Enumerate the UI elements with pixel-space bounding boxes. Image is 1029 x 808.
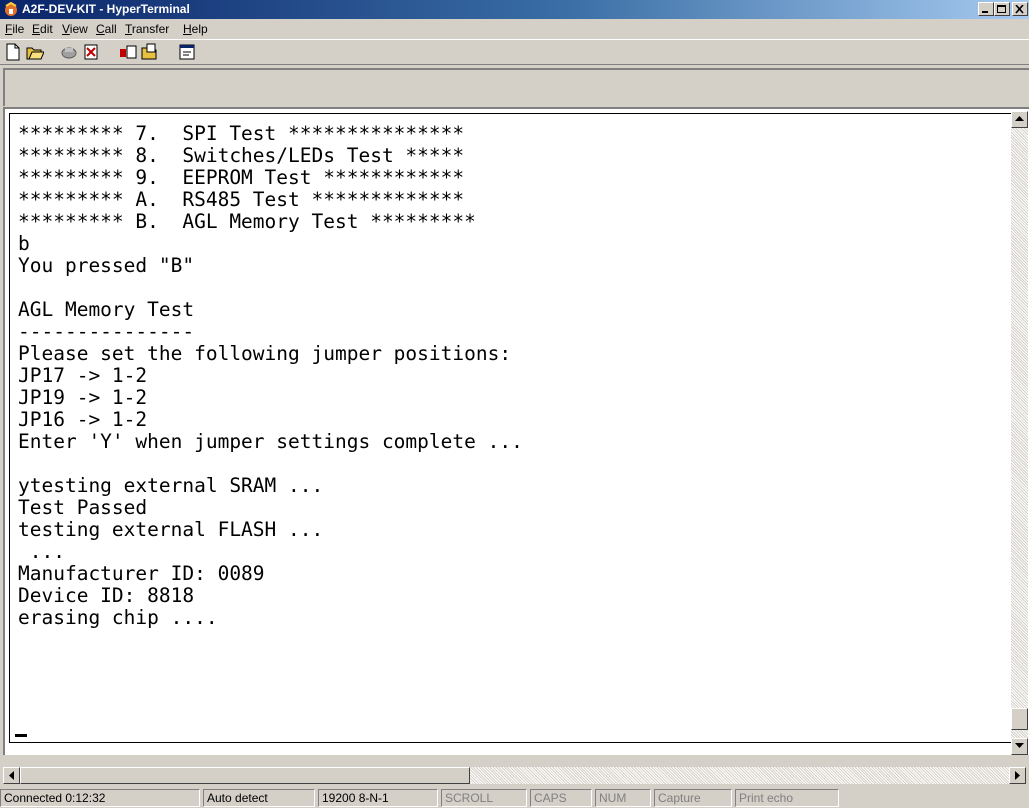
- terminal-line: ytesting external SRAM ...: [18, 474, 324, 497]
- new-icon: [6, 43, 20, 61]
- terminal-line: JP17 -> 1-2: [18, 364, 148, 387]
- menu-view[interactable]: View: [62, 22, 88, 36]
- close-icon: [1015, 5, 1024, 14]
- close-button[interactable]: [1012, 2, 1028, 16]
- terminal-line: ********* 9. EEPROM Test ************: [18, 166, 465, 189]
- title-bar[interactable]: A2F-DEV-KIT - HyperTerminal: [0, 0, 1029, 19]
- terminal-line: Device ID: 8818: [18, 584, 195, 607]
- scroll-up-button[interactable]: [1011, 111, 1028, 128]
- menu-call[interactable]: Call: [96, 22, 117, 36]
- menu-bar: File Edit View Call Transfer Help: [0, 19, 1029, 38]
- send-icon: [120, 45, 137, 59]
- arrow-right-icon: [1015, 771, 1020, 780]
- terminal-line: Test Passed: [18, 496, 148, 519]
- status-bar: Connected 0:12:32 Auto detect 19200 8-N-…: [0, 787, 1029, 808]
- horizontal-scrollbar[interactable]: [3, 767, 1026, 784]
- menu-file[interactable]: File: [5, 22, 24, 36]
- terminal-line: ---------------: [18, 320, 195, 343]
- status-connection-time: Connected 0:12:32: [0, 789, 200, 807]
- scroll-right-button[interactable]: [1009, 767, 1026, 784]
- properties-button[interactable]: [176, 42, 198, 62]
- terminal-line: JP16 -> 1-2: [18, 408, 148, 431]
- status-num-lock: NUM: [595, 789, 651, 807]
- terminal-line: b: [18, 232, 30, 255]
- terminal-line: Manufacturer ID: 0089: [18, 562, 265, 585]
- maximize-icon: [997, 5, 1006, 13]
- horizontal-scroll-thumb[interactable]: [20, 767, 470, 784]
- text-cursor: [15, 734, 27, 737]
- disconnect-button[interactable]: [80, 42, 102, 62]
- minimize-icon: [982, 11, 988, 13]
- terminal-line: JP19 -> 1-2: [18, 386, 148, 409]
- terminal-line: Enter 'Y' when jumper settings complete …: [18, 430, 523, 453]
- call-button[interactable]: [58, 42, 80, 62]
- send-button[interactable]: [117, 42, 139, 62]
- open-icon: [26, 47, 44, 60]
- window-title: A2F-DEV-KIT - HyperTerminal: [22, 2, 190, 16]
- receive-button[interactable]: [139, 42, 161, 62]
- phone-disconnect-icon: [61, 47, 77, 59]
- hyperterminal-window: A2F-DEV-KIT - HyperTerminal File Edit Vi…: [0, 0, 1029, 808]
- status-auto-detect: Auto detect: [203, 789, 315, 807]
- properties-icon: [179, 44, 195, 60]
- arrow-up-icon: [1015, 116, 1024, 121]
- menu-edit[interactable]: Edit: [32, 22, 53, 36]
- terminal-line: AGL Memory Test: [18, 298, 195, 321]
- maximize-button[interactable]: [994, 2, 1010, 16]
- toolbar: [0, 39, 1029, 65]
- menu-transfer[interactable]: Transfer: [125, 22, 169, 36]
- open-button[interactable]: [24, 42, 46, 62]
- status-caps-lock: CAPS: [530, 789, 592, 807]
- terminal-line: ********* B. AGL Memory Test *********: [18, 210, 476, 233]
- terminal-line: ********* A. RS485 Test *************: [18, 188, 465, 211]
- vertical-scrollbar[interactable]: [1011, 111, 1028, 755]
- terminal-screen[interactable]: ********* 7. SPI Test *************** **…: [3, 107, 1029, 755]
- scroll-down-button[interactable]: [1011, 738, 1028, 755]
- terminal-line: ********* 7. SPI Test ***************: [18, 122, 465, 145]
- status-scroll-lock: SCROLL: [441, 789, 527, 807]
- disconnect-icon: [84, 44, 98, 60]
- status-port-settings: 19200 8-N-1: [318, 789, 438, 807]
- terminal-line: ...: [18, 540, 65, 563]
- hyperterminal-app-icon[interactable]: [3, 2, 19, 17]
- new-connection-button[interactable]: [2, 42, 24, 62]
- vertical-scroll-thumb[interactable]: [1011, 708, 1028, 730]
- terminal-line: erasing chip ....: [18, 606, 218, 629]
- status-print-echo: Print echo: [735, 789, 839, 807]
- arrow-down-icon: [1015, 743, 1024, 748]
- terminal-top-margin: [3, 68, 1029, 106]
- menu-help[interactable]: Help: [183, 22, 208, 36]
- arrow-left-icon: [9, 771, 14, 780]
- terminal-text-area[interactable]: ********* 7. SPI Test *************** **…: [9, 113, 1012, 743]
- terminal-line: You pressed "B": [18, 254, 195, 277]
- status-capture: Capture: [654, 789, 732, 807]
- scroll-left-button[interactable]: [3, 767, 20, 784]
- receive-icon: [141, 43, 157, 60]
- terminal-line: Please set the following jumper position…: [18, 342, 512, 365]
- terminal-line: testing external FLASH ...: [18, 518, 324, 541]
- minimize-button[interactable]: [978, 2, 994, 16]
- terminal-line: ********* 8. Switches/LEDs Test *****: [18, 144, 465, 167]
